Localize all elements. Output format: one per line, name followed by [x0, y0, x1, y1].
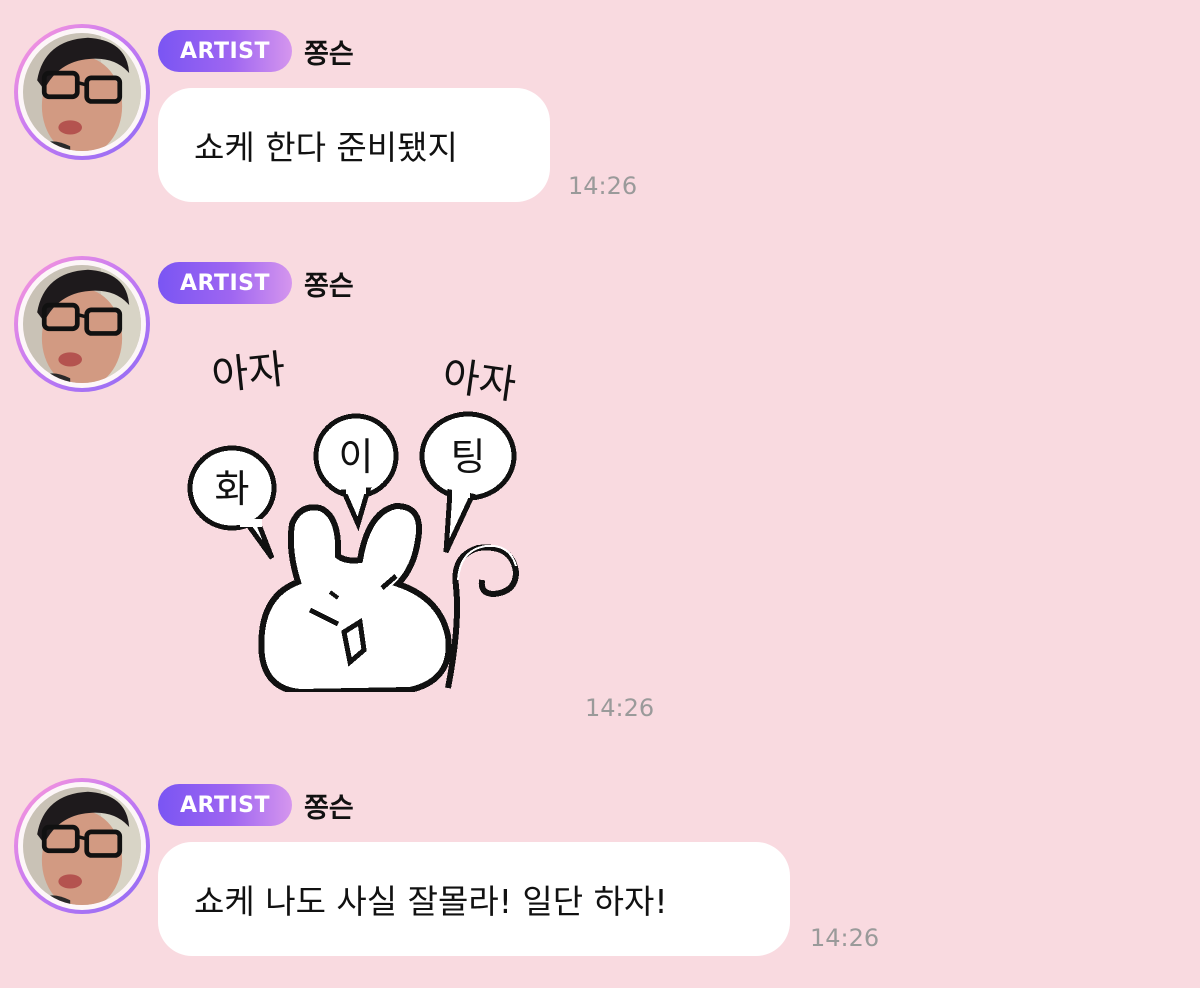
message-time: 14:26	[585, 694, 655, 722]
avatar-photo	[23, 787, 141, 905]
avatar-photo	[23, 33, 141, 151]
sticker-text: 아자	[209, 346, 287, 399]
speech-bubble: 팅	[419, 411, 517, 554]
artist-badge: ARTIST	[158, 784, 293, 826]
speech-bubble: 화	[187, 445, 277, 560]
artist-badge: ARTIST	[158, 30, 293, 72]
artist-badge: ARTIST	[158, 262, 293, 304]
avatar-photo	[23, 265, 141, 383]
avatar[interactable]	[14, 24, 150, 160]
sender-name[interactable]: 쫑슨	[304, 264, 354, 303]
message-time: 14:26	[568, 172, 638, 200]
avatar[interactable]	[14, 778, 150, 914]
sticker-text: 아자	[440, 353, 519, 409]
message-header: ARTIST 쫑슨	[158, 30, 354, 72]
sticker-text: 이	[339, 435, 374, 479]
bunny-fighting-sticker-icon[interactable]: 아자 아자 화 이 팅	[160, 336, 560, 692]
avatar[interactable]	[14, 256, 150, 392]
message-bubble[interactable]: 쇼케 한다 준비됐지	[158, 88, 550, 202]
message-header: ARTIST 쫑슨	[158, 784, 354, 826]
sticker-text: 화	[215, 467, 250, 511]
message-time: 14:26	[810, 924, 880, 952]
sticker-text: 팅	[451, 435, 486, 479]
chat-screen: ARTIST 쫑슨 쇼케 한다 준비됐지 14:26 ARTIST 쫑슨 아자 …	[0, 0, 1200, 988]
message-header: ARTIST 쫑슨	[158, 262, 354, 304]
message-bubble[interactable]: 쇼케 나도 사실 잘몰라! 일단 하자!	[158, 842, 790, 956]
sender-name[interactable]: 쫑슨	[304, 32, 354, 71]
sender-name[interactable]: 쫑슨	[304, 786, 354, 825]
